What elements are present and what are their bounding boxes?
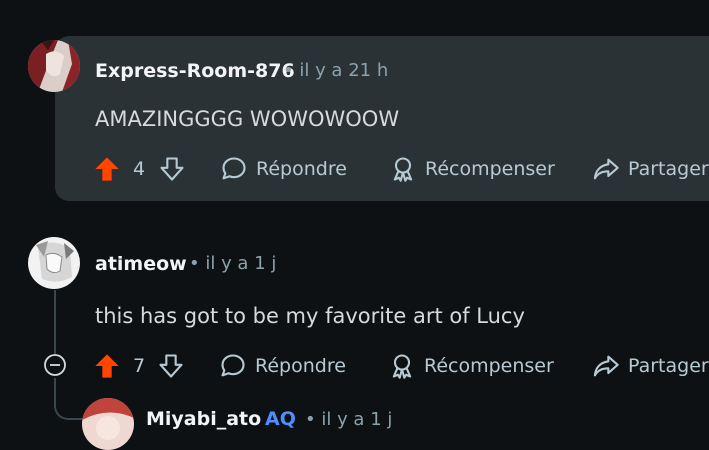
upvote-icon	[95, 157, 119, 181]
collapse-icon	[44, 354, 66, 376]
op-badge: AQ	[265, 408, 296, 430]
share-label: Partager	[628, 158, 709, 180]
comment-body: this has got to be my favorite art of Lu…	[95, 304, 525, 328]
upvote-icon	[95, 354, 119, 378]
reply-branch-line	[54, 378, 86, 420]
award-label: Récompenser	[424, 355, 554, 377]
comment-body: AMAZINGGGG WOWOWOOW	[95, 107, 400, 131]
share-button[interactable]: Partager	[592, 149, 709, 189]
comment-username[interactable]: Express-Room-876	[95, 60, 295, 82]
comment-timestamp[interactable]: • il y a 21 h	[283, 60, 388, 81]
share-label: Partager	[628, 355, 709, 377]
reply-label: Répondre	[256, 158, 347, 180]
reply-button[interactable]: Répondre	[220, 149, 347, 189]
comment-bubble-icon	[221, 354, 245, 377]
downvote-icon	[160, 157, 184, 181]
vote-count: 7	[133, 355, 146, 377]
comment-username[interactable]: Miyabi_ato	[146, 408, 261, 430]
comment-bubble-icon	[222, 157, 246, 180]
avatar[interactable]	[28, 237, 80, 289]
comment-username[interactable]: atimeow	[95, 253, 187, 275]
share-button[interactable]: Partager	[592, 346, 709, 386]
share-icon	[593, 355, 619, 377]
avatar[interactable]	[82, 398, 134, 450]
downvote-icon	[159, 354, 183, 378]
avatar[interactable]	[28, 40, 80, 92]
upvote-button[interactable]	[93, 346, 121, 386]
collapse-thread-button[interactable]	[43, 353, 67, 377]
award-icon	[392, 354, 412, 379]
reply-label: Répondre	[255, 355, 346, 377]
upvote-button[interactable]	[93, 149, 121, 189]
share-icon	[593, 158, 619, 180]
award-button[interactable]: Récompenser	[389, 149, 555, 189]
downvote-button[interactable]	[157, 346, 185, 386]
vote-count: 4	[133, 158, 146, 180]
thread-line[interactable]	[54, 290, 56, 354]
award-button[interactable]: Récompenser	[388, 346, 554, 386]
award-icon	[393, 157, 413, 182]
reply-button[interactable]: Répondre	[219, 346, 346, 386]
comment-timestamp[interactable]: • il y a 1 j	[189, 253, 276, 274]
award-label: Récompenser	[425, 158, 555, 180]
comment-timestamp[interactable]: • il y a 1 j	[305, 409, 392, 430]
downvote-button[interactable]	[158, 149, 186, 189]
